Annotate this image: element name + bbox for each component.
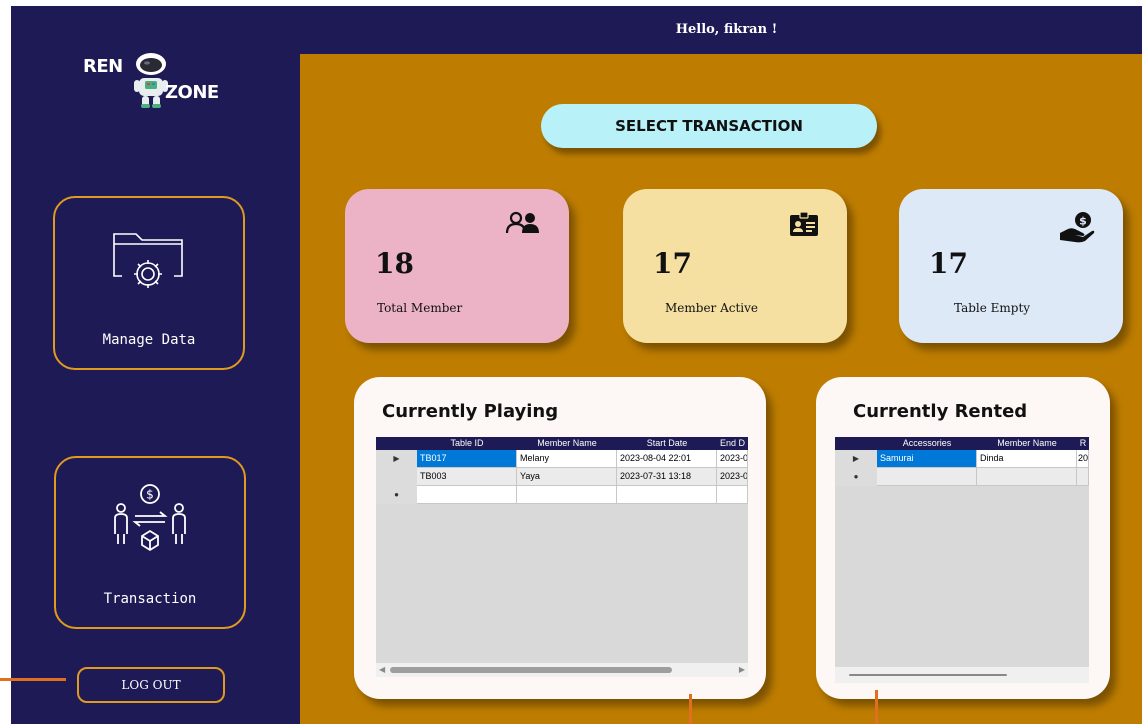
new-row[interactable]: ● [835,468,1089,486]
table-empty-label: Table Empty [954,301,1031,315]
column-header[interactable]: Accessories [877,437,977,450]
playing-grid-header: Table ID Member Name Start Date End D [376,437,748,450]
main-panel: SELECT TRANSACTION 18 Total Member 17 Me… [300,54,1142,724]
transaction-button[interactable]: $ Transaction [54,456,246,629]
new-row-indicator-icon: ● [376,486,417,504]
horizontal-scrollbar[interactable] [835,667,1089,683]
table-row[interactable]: TB003 Yaya 2023-07-31 13:18 2023-0 [376,468,748,486]
column-header[interactable]: Member Name [977,437,1077,450]
table-row[interactable]: ▶ Samurai Dinda 20 [835,450,1089,468]
grid-cell[interactable]: TB017 [417,450,517,468]
grid-cell[interactable] [977,468,1077,486]
rented-grid[interactable]: Accessories Member Name R ▶ Samurai Dind… [835,437,1089,683]
scroll-thumb[interactable] [849,674,1007,676]
grid-cell[interactable] [617,486,717,504]
accent-line [689,694,692,724]
currently-rented-title: Currently Rented [853,401,1028,422]
member-active-card: 17 Member Active [623,189,847,343]
member-active-value: 17 [653,247,692,280]
id-card-icon [790,211,818,236]
grid-cell[interactable]: Yaya [517,468,617,486]
grid-cell[interactable]: Dinda [977,450,1077,468]
folder-gear-icon [113,233,183,288]
grid-cell[interactable]: Samurai [877,450,977,468]
row-header-corner [835,437,877,450]
svg-text:$: $ [1079,215,1087,228]
logo-text-zone: ZONE [165,82,219,103]
manage-data-label: Manage Data [102,332,196,348]
total-member-label: Total Member [377,301,463,315]
select-transaction-button[interactable]: SELECT TRANSACTION [541,104,877,148]
app-window: Hello, fikran ! REN ZONE Manage Data $ T… [11,6,1142,724]
grid-cell[interactable] [517,486,617,504]
current-row-indicator-icon: ▶ [376,450,417,468]
table-row[interactable]: ▶ TB017 Melany 2023-08-04 22:01 2023-0 [376,450,748,468]
rented-grid-header: Accessories Member Name R [835,437,1089,450]
grid-cell[interactable] [877,468,977,486]
users-icon [505,211,539,234]
greeting-text: Hello, fikran ! [675,22,778,37]
grid-cell[interactable]: Melany [517,450,617,468]
row-header [376,468,417,486]
total-member-value: 18 [375,247,414,280]
playing-grid[interactable]: Table ID Member Name Start Date End D ▶ … [376,437,748,677]
grid-cell[interactable]: 2023-0 [717,468,748,486]
column-header[interactable]: R [1077,437,1089,450]
exchange-icon: $ [114,484,186,552]
member-active-label: Member Active [665,301,759,315]
grid-cell[interactable]: 2023-08-04 22:01 [617,450,717,468]
app-logo: REN ZONE [83,50,219,120]
svg-text:$: $ [146,488,154,502]
column-header[interactable]: Member Name [517,437,617,450]
grid-cell[interactable] [417,486,517,504]
currently-rented-panel: Currently Rented Accessories Member Name… [816,377,1110,699]
horizontal-scrollbar[interactable]: ◀ ▶ [376,663,748,677]
manage-data-button[interactable]: Manage Data [53,196,245,370]
grid-cell[interactable]: TB003 [417,468,517,486]
logout-button[interactable]: LOG OUT [77,667,225,703]
grid-cell[interactable] [717,486,748,504]
new-row-indicator-icon: ● [835,468,877,486]
accent-line [875,690,878,724]
table-empty-value: 17 [929,247,968,280]
column-header[interactable]: Start Date [617,437,717,450]
grid-cell[interactable] [1077,468,1089,486]
transaction-label: Transaction [103,591,197,607]
astronaut-icon [134,53,168,108]
column-header[interactable]: Table ID [417,437,517,450]
current-row-indicator-icon: ▶ [835,450,877,468]
accent-line [0,678,66,681]
scroll-left-icon[interactable]: ◀ [379,665,385,674]
scroll-thumb[interactable] [390,667,672,673]
currently-playing-title: Currently Playing [382,401,559,422]
new-row[interactable]: ● [376,486,748,504]
scroll-right-icon[interactable]: ▶ [739,665,745,674]
currently-playing-panel: Currently Playing Table ID Member Name S… [354,377,766,699]
grid-cell[interactable]: 20 [1077,450,1089,468]
column-header[interactable]: End D [717,437,748,450]
grid-cell[interactable]: 2023-07-31 13:18 [617,468,717,486]
grid-cell[interactable]: 2023-0 [717,450,748,468]
money-hand-icon: $ [1060,212,1095,243]
logo-text-ren: REN [83,56,123,77]
row-header-corner [376,437,417,450]
table-empty-card: $ 17 Table Empty [899,189,1123,343]
total-member-card: 18 Total Member [345,189,569,343]
